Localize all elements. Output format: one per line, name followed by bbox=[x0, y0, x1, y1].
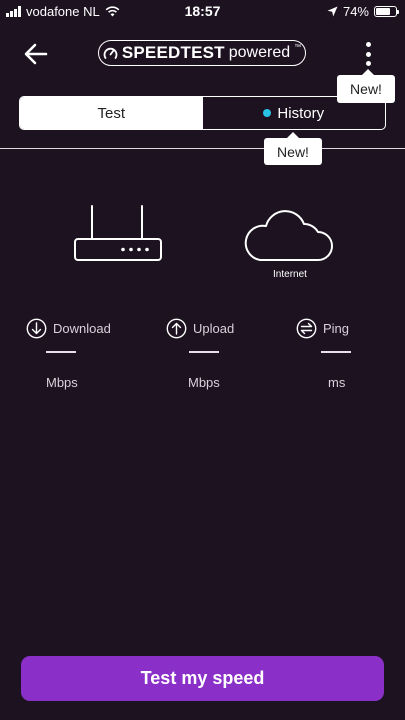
status-left: vodafone NL bbox=[6, 4, 120, 19]
cloud-icon bbox=[244, 210, 333, 261]
tab-bar: Test History bbox=[19, 96, 386, 130]
speedometer-icon bbox=[103, 47, 118, 59]
tab-test[interactable]: Test bbox=[20, 97, 203, 129]
router-icon bbox=[74, 205, 162, 261]
ping-value-placeholder bbox=[321, 351, 351, 353]
battery-percent: 74% bbox=[342, 3, 369, 19]
history-new-tooltip[interactable]: New! bbox=[264, 132, 322, 165]
ping-label: Ping bbox=[323, 321, 350, 336]
signal-icon bbox=[6, 5, 21, 17]
location-arrow-icon bbox=[327, 6, 338, 16]
test-my-speed-button[interactable]: Test my speed bbox=[21, 656, 384, 701]
divider bbox=[0, 148, 405, 149]
brand-trademark: ™ bbox=[294, 44, 302, 51]
wifi-icon bbox=[105, 5, 120, 16]
battery-icon bbox=[374, 5, 399, 17]
upload-metric: Upload Mbps bbox=[166, 318, 276, 390]
brand-powered: powered bbox=[228, 44, 291, 61]
header: SPEEDTEST powered ™ bbox=[0, 34, 405, 74]
ping-icon bbox=[296, 318, 317, 339]
upload-icon bbox=[166, 318, 187, 339]
battery-level bbox=[376, 7, 391, 15]
internet-label: Internet bbox=[273, 269, 307, 280]
upload-label: Upload bbox=[193, 321, 235, 336]
carrier-name: vodafone NL bbox=[26, 3, 100, 19]
download-unit: Mbps bbox=[46, 375, 78, 390]
status-right: 74% bbox=[327, 3, 399, 19]
new-indicator-dot bbox=[263, 109, 272, 117]
ping-unit: ms bbox=[328, 375, 346, 390]
download-label: Download bbox=[53, 321, 111, 336]
back-arrow-icon[interactable] bbox=[22, 40, 50, 68]
brand-name: SPEEDTEST bbox=[121, 43, 225, 62]
status-bar: vodafone NL 18:57 74% bbox=[0, 0, 405, 22]
tab-test-label: Test bbox=[97, 104, 125, 122]
download-value-placeholder bbox=[46, 351, 76, 353]
speedtest-logo: SPEEDTEST powered ™ bbox=[98, 40, 306, 66]
tab-history-label: History bbox=[277, 104, 325, 122]
upload-value-placeholder bbox=[189, 351, 219, 353]
upload-unit: Mbps bbox=[188, 375, 220, 390]
download-icon bbox=[26, 318, 47, 339]
ping-metric: Ping ms bbox=[296, 318, 405, 390]
download-metric: Download Mbps bbox=[26, 318, 136, 390]
more-vertical-icon[interactable] bbox=[360, 40, 376, 68]
tab-history[interactable]: History bbox=[203, 97, 386, 129]
